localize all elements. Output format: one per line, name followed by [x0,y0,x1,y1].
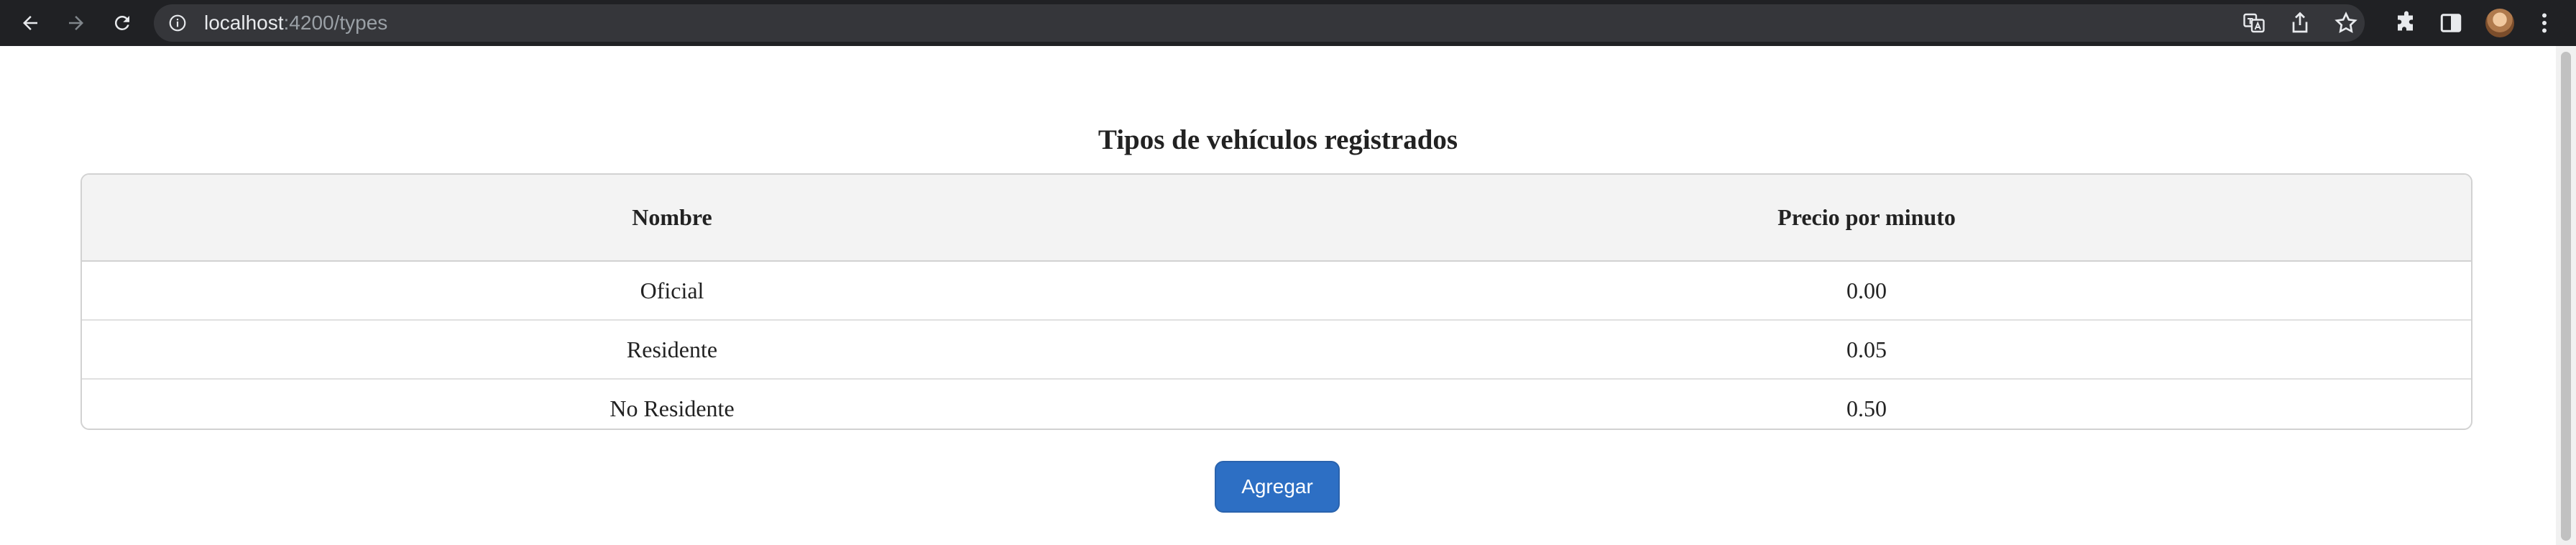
url-host: localhost [204,12,284,34]
table-row: Residente 0.05 [82,320,2471,380]
column-header-price: Precio por minuto [1262,175,2471,262]
site-info-icon[interactable] [168,14,187,32]
extensions-puzzle-icon[interactable] [2393,10,2419,36]
kebab-menu-icon[interactable] [2531,10,2557,36]
cell-price: 0.00 [1262,261,2471,321]
table-row: Oficial 0.00 [82,261,2471,321]
browser-toolbar: localhost:4200/types [0,0,2576,46]
url-path: :4200/types [283,12,388,34]
cell-name: Oficial [82,261,1262,321]
add-button[interactable]: Agregar [1215,461,1340,513]
bookmark-star-icon[interactable] [2333,10,2359,36]
vehicle-types-table: Nombre Precio por minuto Oficial 0.00 Re… [80,173,2472,430]
page-title: Tipos de vehículos registrados [1098,124,1458,155]
page-scrollbar[interactable] [2556,46,2576,545]
side-panel-icon[interactable] [2438,10,2464,36]
address-bar[interactable]: localhost:4200/types [154,4,2365,42]
reload-icon[interactable] [105,6,139,40]
column-header-name: Nombre [82,175,1262,262]
url-text: localhost:4200/types [204,4,387,42]
cell-name: No Residente [610,395,735,421]
cell-price: 0.05 [1262,320,2471,380]
profile-avatar[interactable] [2485,9,2514,37]
scrollbar-thumb[interactable] [2561,52,2571,541]
forward-arrow-icon[interactable] [59,6,93,40]
share-icon[interactable] [2287,10,2313,36]
table-row: No Residente 0.50 [82,379,2471,429]
back-arrow-icon[interactable] [13,6,47,40]
table-header-row: Nombre Precio por minuto [82,175,2471,262]
cell-name: Residente [82,320,1262,380]
translate-icon[interactable] [2241,10,2267,36]
cell-price: 0.50 [1846,395,1887,421]
